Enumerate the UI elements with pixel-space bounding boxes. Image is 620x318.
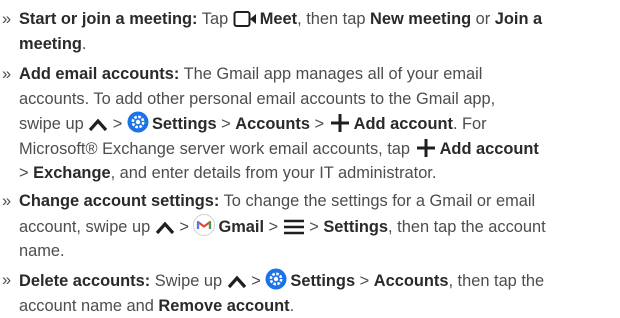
gear-icon: [265, 268, 287, 290]
bullet: »: [2, 192, 12, 210]
plus-icon: [329, 113, 351, 133]
item-heading: Delete accounts:: [19, 272, 151, 290]
list-item-start-meeting: » Start or join a meeting: Tap Meet, the…: [2, 7, 614, 56]
list-item-add-email-accounts: » Add email accounts: The Gmail app mana…: [2, 62, 614, 186]
item-heading: Start or join a meeting:: [19, 10, 198, 28]
bullet: »: [2, 65, 12, 83]
item-heading: Change account settings:: [19, 192, 220, 210]
bullet: »: [2, 10, 12, 28]
chevron-up-icon: [88, 117, 108, 133]
gear-icon: [127, 111, 149, 133]
video-camera-icon: [233, 10, 257, 28]
chevron-up-icon: [227, 274, 247, 290]
hamburger-menu-icon: [283, 218, 305, 236]
chevron-up-icon: [155, 220, 175, 236]
plus-icon: [415, 138, 437, 158]
bullet: »: [2, 271, 12, 289]
gmail-icon: [193, 213, 216, 236]
item-heading: Add email accounts:: [19, 65, 180, 83]
list-item-change-account-settings: » Change account settings: To change the…: [2, 189, 614, 264]
